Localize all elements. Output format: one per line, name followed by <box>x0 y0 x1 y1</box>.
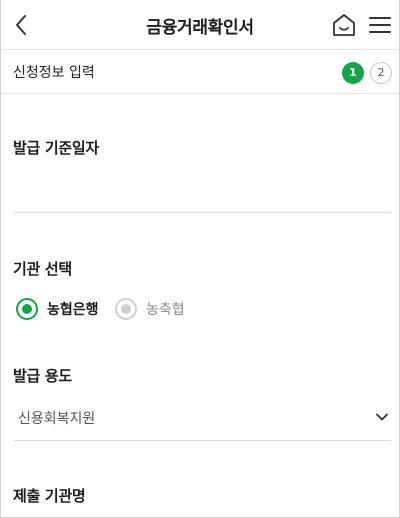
radio-selected-icon <box>16 298 38 320</box>
institution-label: 기관 선택 <box>13 260 72 278</box>
step-title: 신청정보 입력 <box>13 65 95 81</box>
radio-nh-bank[interactable]: 농협은행 <box>16 297 99 321</box>
step-2-badge: 2 <box>370 62 392 84</box>
submit-org-label: 제출 기관명 <box>13 487 86 505</box>
hamburger-menu-icon[interactable] <box>367 13 393 37</box>
chevron-down-icon <box>376 413 388 421</box>
step-1-badge: 1 <box>342 62 364 84</box>
radio-nh-cooperative[interactable]: 농축협 <box>115 297 185 321</box>
home-icon[interactable] <box>331 12 357 38</box>
issue-date-label: 발급 기준일자 <box>13 139 99 157</box>
step-indicator-bar: 신청정보 입력 1 2 <box>1 51 399 94</box>
radio-nh-cooperative-label: 농축협 <box>146 302 185 318</box>
purpose-label: 발급 용도 <box>13 367 72 385</box>
purpose-select-value: 신용회복지원 <box>18 411 96 427</box>
radio-unselected-icon <box>115 298 137 320</box>
purpose-select-underline <box>13 440 391 441</box>
purpose-select[interactable]: 신용회복지원 <box>13 402 391 436</box>
top-app-bar: 금융거래확인서 <box>1 0 399 50</box>
issue-date-field[interactable] <box>13 212 391 213</box>
radio-nh-bank-label: 농협은행 <box>47 302 99 318</box>
